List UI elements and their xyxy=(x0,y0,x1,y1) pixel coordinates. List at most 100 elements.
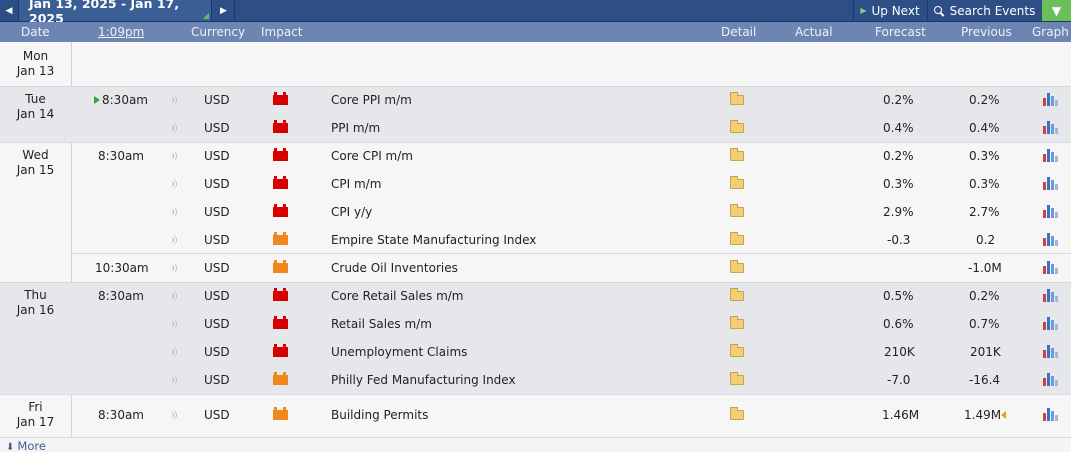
header-current-time[interactable]: 1:09pm xyxy=(98,25,144,39)
event-row[interactable]: USD Retail Sales m/m 0.6% 0.7% xyxy=(0,310,1071,338)
event-title[interactable]: CPI m/m xyxy=(331,177,381,191)
high-impact-icon xyxy=(273,316,288,329)
medium-impact-icon xyxy=(273,260,288,273)
folder-icon[interactable] xyxy=(730,92,744,105)
event-title[interactable]: Unemployment Claims xyxy=(331,345,467,359)
folder-icon[interactable] xyxy=(730,316,744,329)
event-forecast: 210K xyxy=(884,345,915,359)
filter-button[interactable]: ▼ xyxy=(1042,0,1071,21)
next-week-button[interactable]: ▶ xyxy=(213,0,235,21)
sound-icon[interactable] xyxy=(170,319,177,329)
sound-icon[interactable] xyxy=(170,179,177,189)
event-row[interactable]: USD Empire State Manufacturing Index -0.… xyxy=(0,226,1071,254)
high-impact-icon xyxy=(273,344,288,357)
folder-icon[interactable] xyxy=(730,407,744,420)
high-impact-icon xyxy=(273,204,288,217)
sound-icon[interactable] xyxy=(170,291,177,301)
bar-chart-icon[interactable] xyxy=(1043,407,1058,421)
header-forecast: Forecast xyxy=(875,25,926,39)
play-icon: ▶ xyxy=(860,6,867,15)
bar-chart-icon[interactable] xyxy=(1043,288,1058,302)
folder-icon[interactable] xyxy=(730,148,744,161)
event-title[interactable]: Crude Oil Inventories xyxy=(331,261,458,275)
sound-icon[interactable] xyxy=(170,95,177,105)
event-title[interactable]: Empire State Manufacturing Index xyxy=(331,233,536,247)
event-forecast: 2.9% xyxy=(883,205,914,219)
date-range-selector[interactable]: Jan 13, 2025 - Jan 17, 2025 xyxy=(18,0,212,26)
bar-chart-icon[interactable] xyxy=(1043,92,1058,106)
event-row[interactable]: 10:30am USD Crude Oil Inventories -1.0M xyxy=(0,254,1071,282)
sound-icon[interactable] xyxy=(170,235,177,245)
sound-icon[interactable] xyxy=(170,151,177,161)
event-row[interactable]: USD Unemployment Claims 210K 201K xyxy=(0,338,1071,366)
event-row[interactable]: 8:30am USD Building Permits 1.46M 1.49M xyxy=(0,401,1071,429)
prev-week-button[interactable]: ◀ xyxy=(0,0,18,21)
revised-indicator-icon[interactable] xyxy=(1001,411,1006,419)
event-currency: USD xyxy=(204,177,230,191)
date-column-divider xyxy=(71,42,72,86)
event-currency: USD xyxy=(204,233,230,247)
sound-icon[interactable] xyxy=(170,410,177,420)
event-row[interactable]: 8:30am USD Core PPI m/m 0.2% 0.2% xyxy=(0,86,1071,114)
day-of-week: Mon xyxy=(22,49,49,63)
search-events-button[interactable]: Search Events xyxy=(927,0,1041,21)
event-title[interactable]: Retail Sales m/m xyxy=(331,317,432,331)
folder-icon[interactable] xyxy=(730,260,744,273)
event-title[interactable]: CPI y/y xyxy=(331,205,372,219)
sound-icon[interactable] xyxy=(170,123,177,133)
up-next-button[interactable]: ▶ Up Next xyxy=(853,0,926,21)
bar-chart-icon[interactable] xyxy=(1043,260,1058,274)
event-row[interactable]: USD PPI m/m 0.4% 0.4% xyxy=(0,114,1071,142)
event-previous: 0.3% xyxy=(969,177,1000,191)
event-title[interactable]: Building Permits xyxy=(331,408,428,422)
event-time: 8:30am xyxy=(98,149,144,163)
event-title[interactable]: Core PPI m/m xyxy=(331,93,412,107)
bar-chart-icon[interactable] xyxy=(1043,120,1058,134)
high-impact-icon xyxy=(273,176,288,189)
day-label-mon: Mon Jan 13 xyxy=(0,49,71,79)
more-label: More xyxy=(17,439,46,452)
event-previous: -1.0M xyxy=(968,261,1002,275)
medium-impact-icon xyxy=(273,407,288,420)
bar-chart-icon[interactable] xyxy=(1043,344,1058,358)
bar-chart-icon[interactable] xyxy=(1043,148,1058,162)
event-time: 8:30am xyxy=(102,93,148,107)
bar-chart-icon[interactable] xyxy=(1043,176,1058,190)
event-forecast: 0.2% xyxy=(883,93,914,107)
event-title[interactable]: Core Retail Sales m/m xyxy=(331,289,464,303)
bar-chart-icon[interactable] xyxy=(1043,232,1058,246)
folder-icon[interactable] xyxy=(730,232,744,245)
event-forecast: 0.4% xyxy=(883,121,914,135)
folder-icon[interactable] xyxy=(730,176,744,189)
event-row[interactable]: USD CPI m/m 0.3% 0.3% xyxy=(0,170,1071,198)
bar-chart-icon[interactable] xyxy=(1043,316,1058,330)
folder-icon[interactable] xyxy=(730,288,744,301)
event-previous: 0.3% xyxy=(969,149,1000,163)
sound-icon[interactable] xyxy=(170,263,177,273)
folder-icon[interactable] xyxy=(730,344,744,357)
sound-icon[interactable] xyxy=(170,347,177,357)
sound-icon[interactable] xyxy=(170,375,177,385)
event-row[interactable]: 8:30am USD Core Retail Sales m/m 0.5% 0.… xyxy=(0,282,1071,310)
more-link[interactable]: ⬇ More xyxy=(6,439,46,452)
calendar-toolbar: ◀ Jan 13, 2025 - Jan 17, 2025 ▶ ▶ Up Next… xyxy=(0,0,1071,26)
event-title[interactable]: Philly Fed Manufacturing Index xyxy=(331,373,516,387)
folder-icon[interactable] xyxy=(730,204,744,217)
folder-icon[interactable] xyxy=(730,120,744,133)
bar-chart-icon[interactable] xyxy=(1043,204,1058,218)
header-impact: Impact xyxy=(261,25,303,39)
event-row[interactable]: USD CPI y/y 2.9% 2.7% xyxy=(0,198,1071,226)
sound-icon[interactable] xyxy=(170,207,177,217)
event-title[interactable]: PPI m/m xyxy=(331,121,380,135)
chevron-left-icon: ◀ xyxy=(5,5,13,16)
event-row[interactable]: 8:30am USD Core CPI m/m 0.2% 0.3% xyxy=(0,142,1071,170)
event-title[interactable]: Core CPI m/m xyxy=(331,149,413,163)
event-forecast: 1.46M xyxy=(882,408,920,422)
event-row[interactable]: USD Philly Fed Manufacturing Index -7.0 … xyxy=(0,366,1071,394)
event-forecast: 0.5% xyxy=(883,289,914,303)
up-next-label: Up Next xyxy=(871,3,920,18)
corner-indicator-icon xyxy=(203,13,209,19)
bar-chart-icon[interactable] xyxy=(1043,372,1058,386)
day-date: Jan 13 xyxy=(16,64,55,78)
folder-icon[interactable] xyxy=(730,372,744,385)
